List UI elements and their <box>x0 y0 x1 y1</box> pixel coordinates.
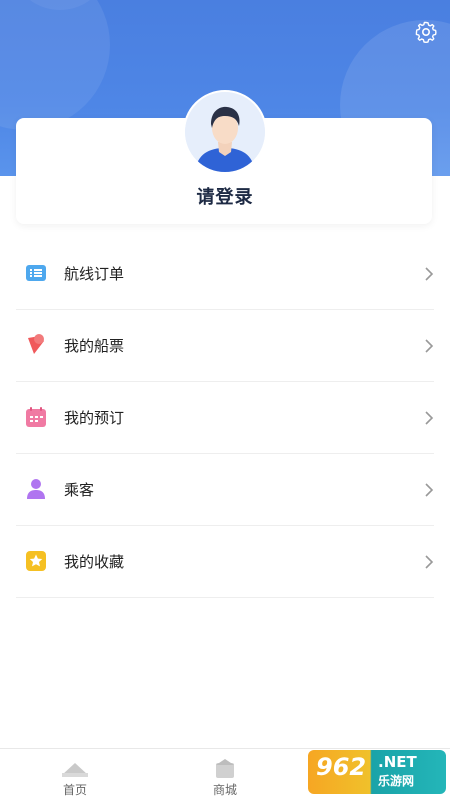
menu-item-label: 航线订单 <box>64 265 125 283</box>
menu-item-label: 我的预订 <box>64 409 125 427</box>
menu-item-my-bookings[interactable]: 我的预订 <box>16 382 434 454</box>
menu-item-my-tickets[interactable]: 我的船票 <box>16 310 434 382</box>
tab-label: 首页 <box>62 783 87 797</box>
calendar-icon <box>26 407 46 427</box>
watermark-site-name: 乐游网 <box>378 774 415 788</box>
avatar-user-icon <box>185 92 265 172</box>
shop-icon <box>216 759 234 778</box>
person-icon <box>27 479 45 499</box>
menu-list: 航线订单 我的船票 我的预订 乘客 我的收藏 <box>16 238 434 598</box>
chevron-right-icon <box>425 555 434 569</box>
menu-item-passengers[interactable]: 乘客 <box>16 454 434 526</box>
header-decoration <box>0 0 110 130</box>
home-icon <box>62 763 88 777</box>
menu-item-label: 我的船票 <box>64 337 125 355</box>
menu-item-label: 乘客 <box>64 481 95 499</box>
tab-home[interactable]: 首页 <box>0 749 150 801</box>
star-icon <box>26 551 46 571</box>
chevron-right-icon <box>425 411 434 425</box>
chevron-right-icon <box>425 267 434 281</box>
menu-item-favorites[interactable]: 我的收藏 <box>16 526 434 598</box>
watermark-domain: .NET <box>378 753 417 771</box>
ticket-icon <box>28 334 44 354</box>
chevron-right-icon <box>425 483 434 497</box>
site-watermark: 962 .NET 乐游网 <box>308 750 446 794</box>
tab-label: 商城 <box>212 783 237 797</box>
chevron-right-icon <box>425 339 434 353</box>
avatar[interactable] <box>183 90 267 174</box>
settings-gear-icon[interactable] <box>414 20 438 44</box>
list-icon <box>26 265 46 281</box>
menu-item-route-orders[interactable]: 航线订单 <box>16 238 434 310</box>
watermark-number: 962 <box>316 753 367 781</box>
tab-shop[interactable]: 商城 <box>150 749 300 801</box>
login-prompt[interactable]: 请登录 <box>0 183 450 209</box>
menu-item-label: 我的收藏 <box>64 553 125 571</box>
